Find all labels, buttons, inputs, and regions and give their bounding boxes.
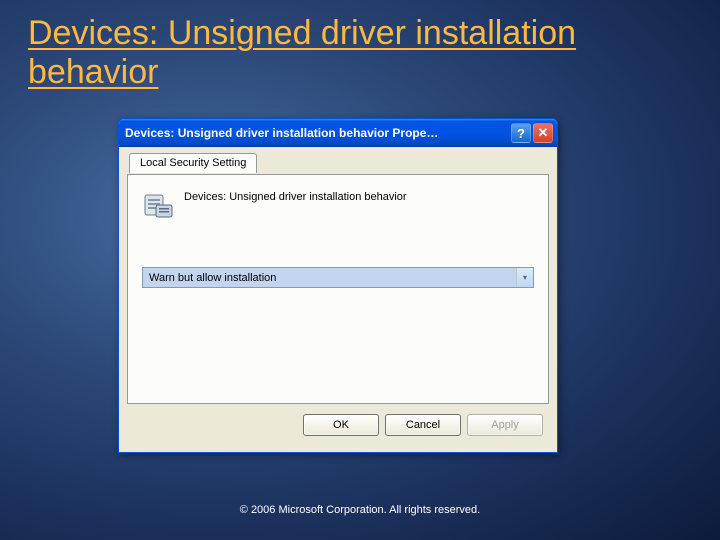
behavior-dropdown[interactable]: Warn but allow installation ▾ bbox=[142, 267, 534, 288]
close-icon: ✕ bbox=[538, 125, 549, 141]
help-button[interactable]: ? bbox=[511, 123, 531, 143]
policy-icon bbox=[142, 189, 174, 221]
chevron-down-icon: ▾ bbox=[516, 268, 533, 287]
cancel-button[interactable]: Cancel bbox=[385, 414, 461, 436]
button-row: OK Cancel Apply bbox=[127, 404, 549, 444]
copyright-footer: © 2006 Microsoft Corporation. All rights… bbox=[0, 504, 720, 516]
ok-button[interactable]: OK bbox=[303, 414, 379, 436]
tab-panel: Devices: Unsigned driver installation be… bbox=[127, 174, 549, 404]
help-icon: ? bbox=[517, 126, 525, 141]
tab-strip: Local Security Setting bbox=[127, 153, 549, 175]
dialog-body: Local Security Setting Devices: Unsigned… bbox=[119, 147, 557, 452]
setting-label: Devices: Unsigned driver installation be… bbox=[184, 189, 407, 203]
setting-row: Devices: Unsigned driver installation be… bbox=[142, 189, 534, 221]
slide-title: Devices: Unsigned driver installation be… bbox=[0, 0, 720, 98]
apply-button: Apply bbox=[467, 414, 543, 436]
close-button[interactable]: ✕ bbox=[533, 123, 553, 143]
tab-local-security-setting[interactable]: Local Security Setting bbox=[129, 153, 257, 173]
titlebar-text: Devices: Unsigned driver installation be… bbox=[125, 126, 509, 140]
titlebar[interactable]: Devices: Unsigned driver installation be… bbox=[119, 119, 557, 147]
dropdown-value: Warn but allow installation bbox=[143, 268, 516, 287]
properties-dialog: Devices: Unsigned driver installation be… bbox=[118, 118, 558, 453]
